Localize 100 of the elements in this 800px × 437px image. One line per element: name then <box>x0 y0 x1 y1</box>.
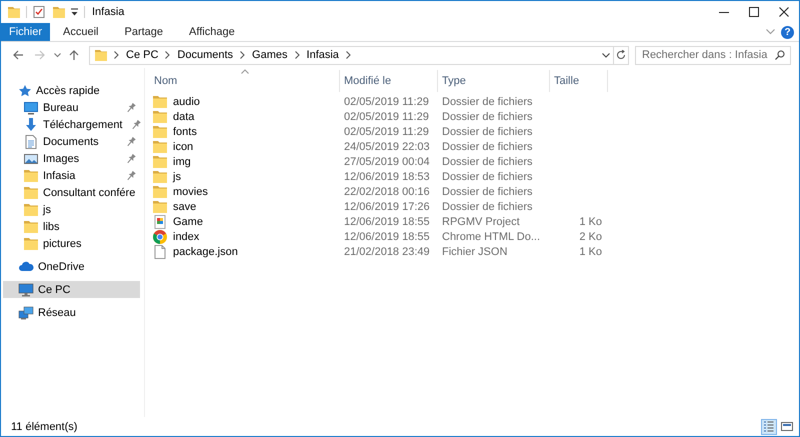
file-menu-button[interactable]: Fichier <box>1 23 50 41</box>
nav-item[interactable]: libs <box>3 218 140 235</box>
search-icon <box>775 50 785 60</box>
column-header[interactable]: Taille <box>550 70 608 92</box>
folder-icon <box>152 168 168 184</box>
nav-item[interactable]: pictures <box>3 235 140 252</box>
computer-icon <box>18 282 34 298</box>
nav-label: Infasia <box>43 170 76 182</box>
file-type: Dossier de fichiers <box>441 140 534 152</box>
file-name[interactable]: js <box>173 170 181 182</box>
modified-date: 02/05/2019 11:29 <box>343 110 430 122</box>
file-name[interactable]: Game <box>173 216 203 228</box>
help-button[interactable]: ? <box>781 26 794 38</box>
nav-item[interactable]: Images <box>3 150 140 167</box>
chevron-right-icon <box>114 51 119 59</box>
file-name[interactable]: data <box>173 110 194 122</box>
file-name[interactable]: movies <box>173 186 208 198</box>
breadcrumb[interactable]: Infasia <box>306 49 340 61</box>
chevron-right-icon <box>346 51 351 59</box>
window-title: Infasia <box>92 6 124 18</box>
file-type: Fichier JSON <box>441 246 508 258</box>
file-type: RPGMV Project <box>441 216 521 228</box>
network-icon <box>18 304 34 320</box>
nav-label: Bureau <box>43 102 78 114</box>
file-type: Dossier de fichiers <box>441 170 534 182</box>
large-icons-icon <box>781 420 793 433</box>
back-icon <box>12 49 24 61</box>
folder-icon <box>152 108 168 124</box>
nav-label: Accès rapide <box>36 84 100 96</box>
file-name[interactable]: icon <box>173 140 194 152</box>
dropdown-icon <box>70 7 79 17</box>
file-type: Dossier de fichiers <box>441 200 534 212</box>
folder-icon <box>7 5 21 19</box>
refresh-button[interactable] <box>613 46 629 64</box>
modified-date: 21/02/2018 23:49 <box>343 246 431 258</box>
folder-icon <box>23 236 39 252</box>
monitor-icon <box>23 100 39 116</box>
details-view-icon <box>763 420 775 433</box>
file-name[interactable]: index <box>173 230 200 242</box>
nav-item[interactable]: OneDrive <box>3 258 140 275</box>
up-icon <box>68 49 80 61</box>
breadcrumb[interactable]: Documents <box>176 49 234 61</box>
file-name[interactable]: save <box>173 200 196 212</box>
breadcrumb[interactable]: Ce PC <box>125 49 160 61</box>
column-header[interactable]: Type <box>438 70 550 92</box>
browser-icon <box>152 228 168 244</box>
folder-icon <box>52 5 66 19</box>
file-name[interactable]: img <box>173 156 191 168</box>
nav-item[interactable]: Bureau <box>3 99 140 116</box>
file-size: 1 Ko <box>578 216 603 228</box>
file-name[interactable]: fonts <box>173 126 197 138</box>
folder-icon <box>23 168 39 184</box>
modified-date: 12/06/2019 18:55 <box>343 230 431 242</box>
ribbon-tab[interactable]: Affichage <box>176 23 248 41</box>
ribbon-tab[interactable]: Partage <box>111 23 176 41</box>
breadcrumb[interactable]: Games <box>251 49 289 61</box>
nav-item[interactable]: Consultant confére <box>3 184 140 201</box>
star-icon <box>18 84 32 98</box>
customize-toolbar-button[interactable] <box>70 7 79 17</box>
nav-item[interactable]: Accès rapide <box>3 82 140 99</box>
nav-label: Images <box>43 152 80 164</box>
file-size: 1 Ko <box>578 246 603 258</box>
nav-item[interactable]: Infasia <box>3 167 140 184</box>
modified-date: 12/06/2019 17:26 <box>343 200 431 212</box>
search-field[interactable]: Rechercher dans : Infasia <box>635 46 791 64</box>
modified-date: 02/05/2019 11:29 <box>343 96 430 108</box>
nav-item[interactable]: js <box>3 201 140 218</box>
file-name[interactable]: package.json <box>173 246 238 258</box>
download-icon <box>23 116 39 132</box>
address-bar[interactable]: Ce PC Documents Games Infasia <box>89 46 614 64</box>
nav-label: js <box>43 204 51 216</box>
file-type: Dossier de fichiers <box>441 186 534 198</box>
project-file-icon <box>152 214 168 230</box>
nav-item[interactable]: Documents <box>3 133 140 150</box>
properties-button[interactable] <box>32 5 46 19</box>
ribbon-tab[interactable]: Accueil <box>50 23 112 41</box>
chevron-down-icon <box>602 52 610 58</box>
modified-date: 27/05/2019 00:04 <box>343 156 431 168</box>
checklist-icon <box>32 5 46 19</box>
nav-item[interactable]: Réseau <box>3 304 140 321</box>
nav-label: Consultant confére <box>43 186 136 198</box>
file-type: Dossier de fichiers <box>441 110 534 122</box>
chevron-right-icon <box>165 51 170 59</box>
nav-item[interactable]: Ce PC <box>3 281 140 298</box>
nav-label: Ce PC <box>38 284 70 296</box>
document-icon <box>23 134 39 150</box>
folder-icon <box>152 94 168 110</box>
folder-icon <box>152 124 168 140</box>
modified-date: 24/05/2019 22:03 <box>343 140 431 152</box>
chevron-down-icon <box>54 52 60 58</box>
details-view-button[interactable] <box>761 418 777 434</box>
folder-icon <box>23 184 39 200</box>
folder-icon <box>152 138 168 154</box>
maximize-icon <box>749 7 759 17</box>
column-header[interactable]: Nom <box>150 70 340 92</box>
chevron-right-icon <box>294 51 300 59</box>
folder-icon <box>152 184 168 200</box>
nav-item[interactable]: Téléchargement <box>3 116 140 133</box>
file-name[interactable]: audio <box>173 96 200 108</box>
column-header[interactable]: Modifié le <box>340 70 438 92</box>
